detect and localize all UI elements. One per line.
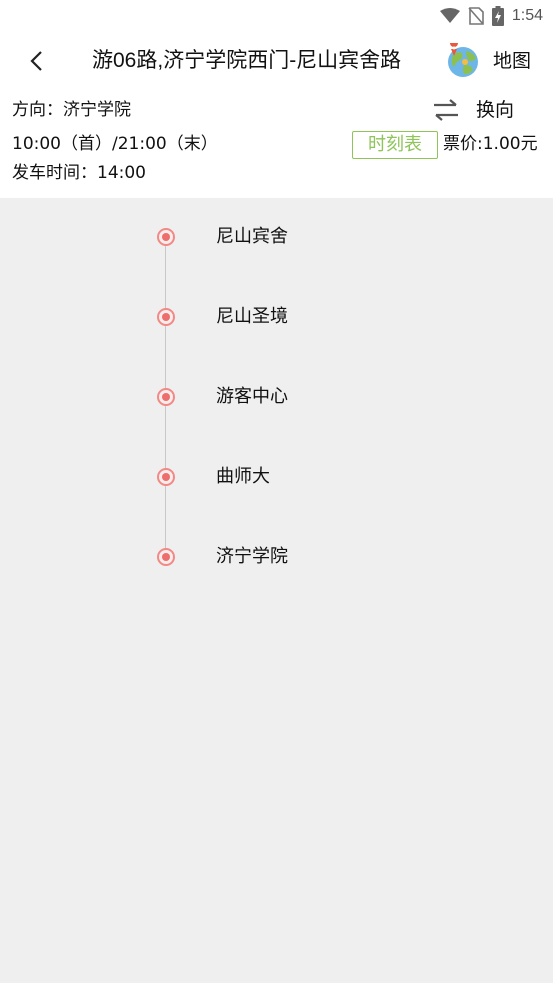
stop-item[interactable]: 尼山圣境 <box>0 298 553 338</box>
back-button[interactable] <box>22 46 52 76</box>
stop-dot-icon <box>157 228 175 246</box>
stop-name: 济宁学院 <box>216 546 288 567</box>
map-button[interactable]: 地图 <box>493 46 531 76</box>
route-info-panel: 方向：济宁学院 换向 10:00（首）/21:00（末） 时刻表 票价:1.00… <box>0 90 553 198</box>
stop-dot-icon <box>157 308 175 326</box>
wifi-icon <box>439 8 460 23</box>
timetable-button[interactable]: 时刻表 <box>352 131 438 159</box>
direction-label: 方向：济宁学院 <box>12 100 131 120</box>
chevron-left-icon <box>30 51 42 71</box>
stop-name: 尼山圣境 <box>216 306 288 327</box>
no-sim-icon <box>468 7 484 25</box>
stop-name: 尼山宾舍 <box>216 226 288 247</box>
stop-name: 曲师大 <box>216 466 270 487</box>
stop-dot-icon <box>157 468 175 486</box>
service-hours: 10:00（首）/21:00（末） <box>12 134 218 154</box>
stop-item[interactable]: 游客中心 <box>0 378 553 418</box>
stop-item[interactable]: 济宁学院 <box>0 538 553 578</box>
status-time: 1:54 <box>511 7 543 24</box>
stop-dot-icon <box>157 548 175 566</box>
stop-name: 游客中心 <box>216 386 288 407</box>
page-title: 游06路,济宁学院西门-尼山宾舍路 <box>92 49 402 72</box>
swap-direction-button[interactable]: 换向 <box>476 97 514 123</box>
stop-dot-icon <box>157 388 175 406</box>
status-icons: 1:54 <box>439 5 543 27</box>
top-bar: 游06路,济宁学院西门-尼山宾舍路 地图 <box>0 32 553 90</box>
stop-item[interactable]: 尼山宾舍 <box>0 218 553 258</box>
fare-label: 票价:1.00元 <box>443 134 538 154</box>
globe-map-icon[interactable] <box>445 43 481 79</box>
battery-charging-icon <box>491 6 504 26</box>
status-bar: 1:54 <box>0 0 553 32</box>
stop-item[interactable]: 曲师大 <box>0 458 553 498</box>
stop-list: 尼山宾舍 尼山圣境 游客中心 曲师大 济宁学院 <box>0 198 553 983</box>
swap-arrows-icon[interactable] <box>432 98 460 122</box>
departure-time: 发车时间：14:00 <box>12 163 146 183</box>
